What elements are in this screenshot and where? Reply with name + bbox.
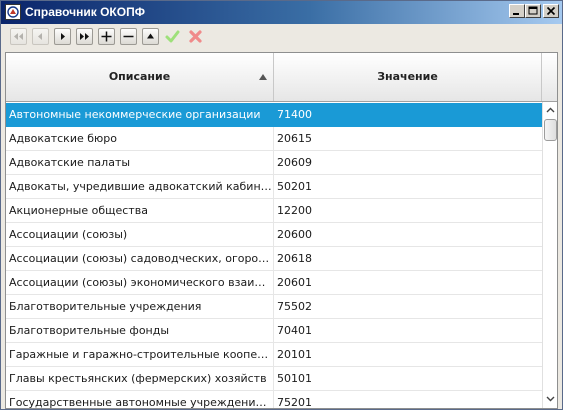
vertical-scrollbar[interactable] [542,102,557,408]
cell-description[interactable]: Адвокатские бюро [6,127,274,150]
plus-icon [101,31,112,42]
cell-description[interactable]: Автономные некоммерческие организации [6,103,274,126]
navigator-toolbar [1,24,562,51]
cell-value[interactable]: 75502 [274,295,542,318]
edit-record-button[interactable] [142,28,159,45]
close-button[interactable] [543,4,559,18]
scrollbar-thumb[interactable] [544,119,557,141]
table-row[interactable]: Адвокатские палаты 20609 [6,151,542,175]
cell-description[interactable]: Ассоциации (союзы) садоводческих, огород… [6,247,274,270]
delete-record-button[interactable] [120,28,137,45]
first-icon [14,33,23,40]
app-window: Справочник ОКОПФ Описание Значение Автон… [0,0,563,410]
prior-icon [38,33,42,40]
column-header-label: Описание [108,70,171,83]
cancel-x-icon [189,30,202,43]
cancel-record-button[interactable] [187,28,204,45]
insert-record-button[interactable] [98,28,115,45]
minimize-button[interactable] [509,4,525,18]
title-bar[interactable]: Справочник ОКОПФ [1,1,562,24]
cell-value[interactable]: 75201 [274,391,542,408]
maximize-icon [528,6,538,15]
table-row[interactable]: Ассоциации (союзы) экономического взаимо… [6,271,542,295]
cell-description[interactable]: Главы крестьянских (фермерских) хозяйств [6,367,274,390]
last-icon [80,33,89,40]
cell-value[interactable]: 20618 [274,247,542,270]
first-record-button[interactable] [10,28,27,45]
header-corner [542,53,557,102]
close-icon [546,6,556,16]
data-grid: Описание Значение Автономные некоммерчес… [5,52,558,409]
up-triangle-icon [147,33,154,39]
grid-header: Описание Значение [6,53,542,102]
column-header-description[interactable]: Описание [6,53,274,101]
cell-value[interactable]: 20609 [274,151,542,174]
cell-value[interactable]: 12200 [274,199,542,222]
scroll-down-icon[interactable] [544,392,557,405]
cell-description[interactable]: Благотворительные учреждения [6,295,274,318]
cell-description[interactable]: Ассоциации (союзы) экономического взаимо… [6,271,274,294]
table-row[interactable]: Адвокатские бюро 20615 [6,127,542,151]
cell-value[interactable]: 20601 [274,271,542,294]
table-row[interactable]: Гаражные и гаражно-строительные кооперат… [6,343,542,367]
post-record-button[interactable] [164,28,181,45]
table-row[interactable]: Ассоциации (союзы) садоводческих, огород… [6,247,542,271]
cell-value[interactable]: 20615 [274,127,542,150]
cell-value[interactable]: 50101 [274,367,542,390]
next-icon [61,33,65,40]
sort-ascending-icon [259,74,267,80]
app-icon[interactable] [5,4,21,20]
window-title: Справочник ОКОПФ [25,5,145,19]
column-header-value[interactable]: Значение [274,53,542,101]
grid-rows: Автономные некоммерческие организации 714… [6,103,542,408]
next-record-button[interactable] [54,28,71,45]
table-row[interactable]: Ассоциации (союзы) 20600 [6,223,542,247]
cell-description[interactable]: Ассоциации (союзы) [6,223,274,246]
table-row[interactable]: Главы крестьянских (фермерских) хозяйств… [6,367,542,391]
maximize-button[interactable] [525,4,541,18]
cell-description[interactable]: Адвокатские палаты [6,151,274,174]
table-row[interactable]: Государственные автономные учреждения су… [6,391,542,408]
minus-icon [123,35,134,38]
cell-description[interactable]: Государственные автономные учреждения су… [6,391,274,408]
cell-description[interactable]: Акционерные общества [6,199,274,222]
prior-record-button[interactable] [32,28,49,45]
cell-value[interactable]: 50201 [274,175,542,198]
table-row[interactable]: Благотворительные фонды 70401 [6,319,542,343]
column-header-label: Значение [377,70,438,83]
cell-description[interactable]: Адвокаты, учредившие адвокатский кабинет [6,175,274,198]
cell-description[interactable]: Гаражные и гаражно-строительные кооперат… [6,343,274,366]
cell-description[interactable]: Благотворительные фонды [6,319,274,342]
table-row[interactable]: Акционерные общества 12200 [6,199,542,223]
cell-value[interactable]: 20101 [274,343,542,366]
cell-value[interactable]: 20600 [274,223,542,246]
cell-value[interactable]: 71400 [274,103,542,126]
last-record-button[interactable] [76,28,93,45]
minimize-icon [513,13,519,15]
checkmark-icon [165,30,180,43]
cell-value[interactable]: 70401 [274,319,542,342]
table-row[interactable]: Благотворительные учреждения 75502 [6,295,542,319]
scroll-up-icon[interactable] [544,104,557,117]
table-row[interactable]: Адвокаты, учредившие адвокатский кабинет… [6,175,542,199]
table-row[interactable]: Автономные некоммерческие организации 714… [6,103,542,127]
